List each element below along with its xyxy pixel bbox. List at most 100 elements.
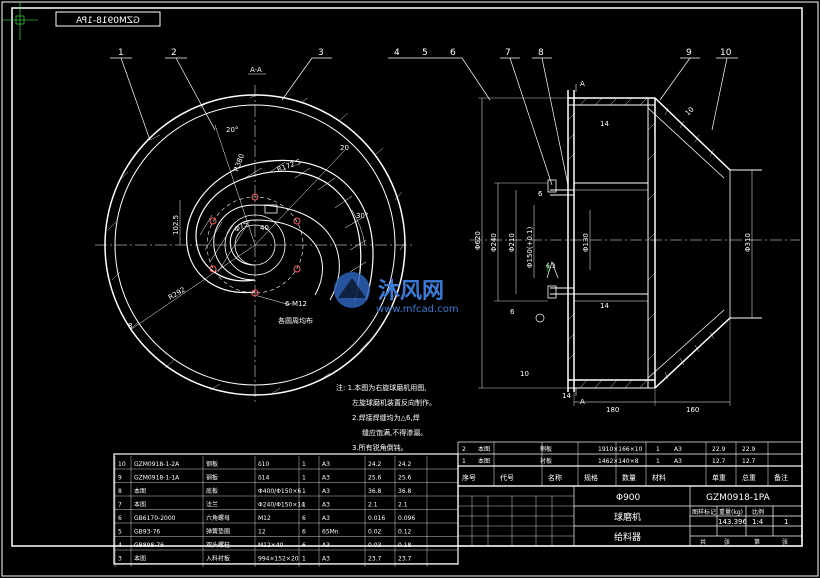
front-view: A-A [95,66,415,405]
dim-8: 8 [128,322,132,330]
bom-upper-cell: A3 [674,458,682,465]
dim-620: Φ620 [474,231,482,250]
bom-lower-cell: δ14 [258,475,269,482]
bom-upper-cell: 1910×166×10 [598,446,643,453]
bom-lower-cell: 24.2 [368,461,382,468]
bom-lower-cell: 36.8 [368,488,382,495]
bom-lower-cell: GB898-76 [134,542,164,549]
dim-310: Φ310 [744,233,752,252]
dim-angle-20: 20° [226,126,238,134]
bom-upper-cell: 1 [656,446,660,453]
note-line-1: 注: 1.本图为右旋球磨机用图, [336,383,427,392]
callout-5: 5 [422,48,428,58]
bom-lower-cell: 双头螺柱 [206,541,230,549]
dim-210: Φ210 [508,233,516,252]
bom-lower-cell: 10 [118,461,126,468]
cad-drawing-canvas[interactable]: GZM0918-1PA 1 2 3 4 5 6 7 8 9 10 A-A 20°… [0,0,820,578]
bom-lower-cell: 23.7 [368,556,382,563]
bom-header-cell: 单重 [712,473,726,482]
bom-lower-cell: GZM0918-1-1A [134,475,180,482]
callout-4: 4 [394,48,400,58]
dim-14-mid: 14 [600,302,609,310]
dim-14-bot: 14 [562,392,571,400]
tb-label-mark: 图样标记 [692,508,716,516]
bom-lower-cell: A3 [322,475,330,482]
note-line-3: 2.焊接焊缝均为△6,焊 [352,413,420,422]
bom-lower-cell: 0.18 [398,542,412,549]
bom-header-cell: 备注 [774,473,788,482]
tb-part: 给料器 [614,531,641,543]
bom-lower-cell: 25.6 [398,475,412,482]
tb-machine: 球磨机 [614,511,641,523]
dim-14-top: 14 [600,120,609,128]
watermark-brand: 沐风网 [378,279,444,304]
bom-upper-cell: 12.7 [742,458,756,465]
bom-lower-cell: 本图 [134,555,146,563]
dim-160: 160 [686,406,699,414]
bom-lower-cell: A3 [322,542,330,549]
bom-lower-cell: 1 [302,502,306,509]
bom-lower-cell: 7 [118,502,122,509]
bom-lower-cell: 1 [302,461,306,468]
bom-upper-cell: 1462×140×8 [598,458,639,465]
dim-10-cone: 10 [684,105,696,117]
bom-upper-cell: 1 [656,458,660,465]
callout-6: 6 [450,48,456,58]
bom-lower-cell: 法兰 [206,501,218,509]
section-mark-top: A [580,80,585,88]
callout-1: 1 [118,48,124,58]
bom-upper-cell: 22.9 [712,446,726,453]
dim-240: Φ240 [490,233,498,252]
bom-lower-cell: 0.12 [398,529,412,536]
dim-30deg: 30° [356,212,368,220]
note-line-4: 缝应饱满,不得渗漏。 [362,428,427,437]
bom-lower-cell: 4 [118,542,122,549]
bom-lower-cell: 底板 [206,487,218,495]
bom-lower-cell: 钢板 [206,460,218,468]
bom-lower-cell: 6 [302,542,306,549]
dim-102: 102.5 [172,215,180,235]
bom-lower-cell: GB93-76 [134,529,160,536]
bom-lower-cell: 本图 [134,501,146,509]
tb-mass: 143.396 [718,518,747,526]
callout-7: 7 [505,48,511,58]
tb-label-scale: 比例 [752,508,764,516]
tb-scale: 1:4 [752,518,764,526]
note-line-5: 3.所有锐角倒钝。 [352,443,408,452]
bom-lower-cell: 12 [258,529,266,536]
note-line-2: 左旋球磨机装置反向制作。 [352,398,436,407]
dim-150: Φ150(+0.1) [526,226,534,268]
bom-lower-cell: A3 [322,461,330,468]
bom-lower-cell: 0.016 [368,515,385,522]
bom-lower-cell: 0.03 [368,542,382,549]
tb-label-sheet2: 张 [782,538,788,546]
callout-9: 9 [686,48,692,58]
dim-40: 40 [260,224,269,232]
bom-lower-cell: 钢板 [206,474,218,482]
dim-10-left: 10 [520,370,529,378]
bom-lower-cell: 25.6 [368,475,382,482]
callout-8: 8 [538,48,544,58]
bom-upper-cell: 本图 [478,445,490,453]
roughness-63: 6.3 [546,263,556,270]
section-label: A-A [250,66,262,74]
bom-upper-cell: A3 [674,446,682,453]
bom-lower-cell: 36.8 [398,488,412,495]
bom-lower-cell: A3 [322,556,330,563]
watermark: 沐风网 www.mfcad.com [334,272,459,315]
mirrored-title: GZM0918-1PA [75,16,140,26]
bom-lower-cell: A3 [322,515,330,522]
bom-lower-table: 10 GZM0918-1-2A 钢板 δ10 1 A3 24.2 24.2 9 GZM0918-1… [114,456,458,567]
bom-lower-cell: 本图 [134,487,146,495]
bom-header-cell: 代号 [500,473,514,482]
bom-header-cell: 规格 [584,473,598,482]
bom-header-cell: 材料 [652,473,666,482]
callout-numbers [110,57,738,186]
bom-lower-cell: 5 [118,529,122,536]
bom-header-cell: 总重 [742,473,756,482]
bom-upper-cell: 1 [462,458,466,465]
bom-lower-cell: M12×40 [258,542,284,549]
bom-lower-cell: GB6170-2000 [134,515,176,522]
bom-lower-cell: 6 [302,515,306,522]
notes: 注: 1.本图为右旋球磨机用图, 左旋球磨机装置反向制作。 2.焊接焊缝均为△6… [336,383,436,452]
